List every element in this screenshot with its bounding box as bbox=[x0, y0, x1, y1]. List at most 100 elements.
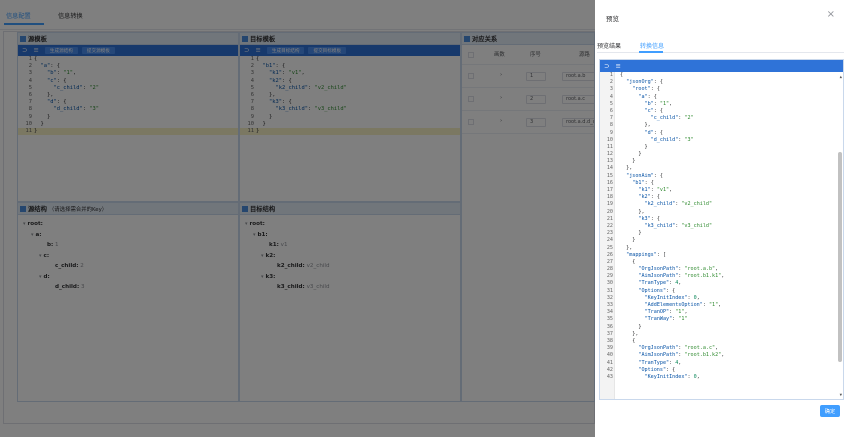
indent-icon[interactable]: ⊃ bbox=[604, 63, 609, 70]
scroll-down-arrow-icon[interactable]: ▼ bbox=[840, 392, 842, 397]
code-text: "KeyInitIndex": 0, bbox=[644, 294, 700, 301]
code-line: 12 } bbox=[600, 151, 843, 158]
line-number: 30 bbox=[606, 280, 613, 287]
code-text: "k2": { bbox=[638, 194, 660, 201]
line-number: 10 bbox=[606, 136, 613, 143]
line-number: 34 bbox=[606, 309, 613, 316]
code-line: 17 "k1": "v1", bbox=[600, 187, 843, 194]
code-line: 32 "KeyInitIndex": 0, bbox=[600, 295, 843, 302]
code-line: 4 "a": { bbox=[600, 94, 843, 101]
close-icon[interactable]: × bbox=[827, 10, 835, 20]
code-line: 13 } bbox=[600, 158, 843, 165]
code-text: { bbox=[620, 258, 636, 265]
line-number: 42 bbox=[606, 366, 613, 373]
vertical-scrollbar[interactable] bbox=[838, 152, 842, 362]
code-line: 42 "Options": { bbox=[600, 367, 843, 374]
line-number: 36 bbox=[606, 323, 613, 330]
code-text: "TranType": 4, bbox=[638, 280, 682, 287]
code-line: 30 "TranType": 4, bbox=[600, 280, 843, 287]
line-number: 35 bbox=[606, 316, 613, 323]
line-number: 31 bbox=[606, 287, 613, 294]
code-line: 24 } bbox=[600, 237, 843, 244]
code-text: "KeyInitIndex": 0, bbox=[644, 373, 700, 380]
line-number: 4 bbox=[609, 93, 613, 100]
line-number: 22 bbox=[606, 222, 613, 229]
line-number: 24 bbox=[606, 237, 613, 244]
code-line: 31 "Options": { bbox=[600, 288, 843, 295]
line-number: 27 bbox=[606, 258, 613, 265]
code-text: "TranOP": "1", bbox=[644, 309, 688, 316]
code-text: "mappings": [ bbox=[626, 251, 667, 258]
code-text: } bbox=[620, 143, 648, 150]
line-number: 1 bbox=[609, 72, 613, 78]
line-number: 5 bbox=[609, 100, 613, 107]
line-number: 12 bbox=[606, 151, 613, 158]
code-line: 39 "OrgJsonPath": "root.a.c", bbox=[600, 345, 843, 352]
code-text: "d": { bbox=[644, 129, 663, 136]
line-number: 3 bbox=[609, 86, 613, 93]
code-line: 34 "TranOP": "1", bbox=[600, 309, 843, 316]
code-text: "AimJsonPath": "root.b1.k2", bbox=[638, 352, 725, 359]
code-text: "k3": { bbox=[638, 215, 660, 222]
code-line: 15 "jsonAim": { bbox=[600, 173, 843, 180]
code-text: }, bbox=[620, 208, 645, 215]
code-line: 8 }, bbox=[600, 122, 843, 129]
line-number: 38 bbox=[606, 337, 613, 344]
code-line: 2 "jsonOrg": { bbox=[600, 79, 843, 86]
code-text: { bbox=[620, 72, 624, 78]
line-number: 2 bbox=[609, 79, 613, 86]
preview-drawer: 预览 × 预览结果 转换信息 ⊃ ≡ 1{2 "jsonOrg": {3 "ro… bbox=[595, 0, 855, 437]
code-text: "b": "1", bbox=[644, 100, 673, 107]
format-icon[interactable]: ≡ bbox=[615, 63, 620, 70]
code-text: "c": { bbox=[644, 107, 663, 114]
code-text: "OrgJsonPath": "root.a.b", bbox=[638, 266, 719, 273]
code-text: }, bbox=[620, 244, 633, 251]
code-text: }, bbox=[620, 330, 639, 337]
viewer-toolbar: ⊃ ≡ bbox=[600, 60, 843, 72]
active-tab-underline bbox=[639, 51, 663, 53]
code-line: 22 "k3_child": "v3_child" bbox=[600, 223, 843, 230]
line-number: 33 bbox=[606, 302, 613, 308]
code-line: 14 }, bbox=[600, 165, 843, 172]
code-text: }, bbox=[620, 122, 651, 129]
ok-button[interactable]: 确定 bbox=[820, 405, 840, 417]
code-line: 36 } bbox=[600, 324, 843, 331]
code-text: "b1": { bbox=[632, 179, 654, 186]
code-text: "c_child": "2" bbox=[650, 115, 694, 122]
code-text: "TranWay": "1" bbox=[644, 316, 688, 323]
code-text: "a": { bbox=[638, 93, 657, 100]
code-text: } bbox=[620, 158, 636, 165]
code-line: 38 { bbox=[600, 338, 843, 345]
code-line: 11 } bbox=[600, 144, 843, 151]
line-number: 15 bbox=[606, 172, 613, 179]
json-code-view[interactable]: 1{2 "jsonOrg": {3 "root": {4 "a": {5 "b"… bbox=[600, 72, 843, 399]
tab-convert-info[interactable]: 转换信息 bbox=[640, 41, 664, 50]
line-number: 26 bbox=[606, 251, 613, 258]
code-text: "d_child": "3" bbox=[650, 136, 694, 143]
code-line: 19 "k2_child": "v2_child" bbox=[600, 201, 843, 208]
code-text: "OrgJsonPath": "root.a.c", bbox=[638, 345, 719, 352]
scroll-up-arrow-icon[interactable]: ▲ bbox=[840, 74, 842, 79]
line-number: 39 bbox=[606, 345, 613, 352]
code-text: "k2_child": "v2_child" bbox=[644, 201, 713, 208]
code-line: 16 "b1": { bbox=[600, 180, 843, 187]
code-text: "AddElementsOption": "1", bbox=[644, 302, 722, 308]
code-line: 41 "TranType": 4, bbox=[600, 360, 843, 367]
code-line: 29 "AimJsonPath": "root.b1.k1", bbox=[600, 273, 843, 280]
code-line: 37 }, bbox=[600, 331, 843, 338]
code-line: 35 "TranWay": "1" bbox=[600, 316, 843, 323]
line-number: 18 bbox=[606, 194, 613, 201]
line-number: 19 bbox=[606, 201, 613, 208]
line-number: 43 bbox=[606, 373, 613, 380]
code-line: 25 }, bbox=[600, 245, 843, 252]
code-text: }, bbox=[620, 165, 633, 172]
line-number: 16 bbox=[606, 179, 613, 186]
line-number: 23 bbox=[606, 230, 613, 237]
line-number: 41 bbox=[606, 359, 613, 366]
code-text: "k1": "v1", bbox=[638, 187, 673, 193]
drawer-title: 预览 bbox=[606, 15, 619, 23]
code-line: 10 "d_child": "3" bbox=[600, 137, 843, 144]
tab-preview-result[interactable]: 预览结果 bbox=[597, 41, 621, 50]
line-number: 37 bbox=[606, 330, 613, 337]
line-number: 32 bbox=[606, 294, 613, 301]
